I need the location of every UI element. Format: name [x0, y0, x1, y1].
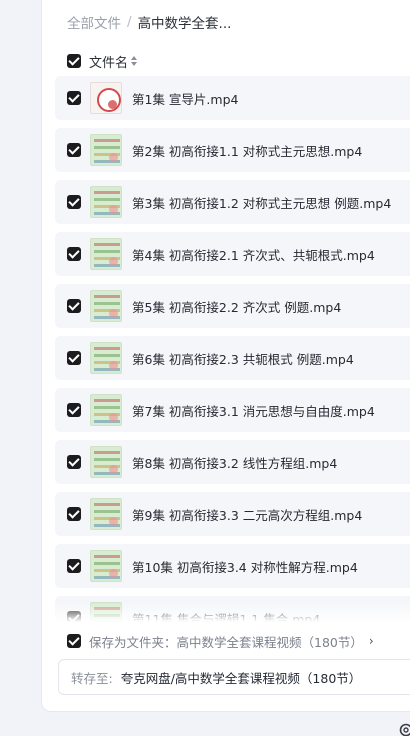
file-row[interactable]: 第3集 初高衔接1.2 对称式主元思想 例题.mp4 — [55, 180, 410, 224]
breadcrumb-root-link[interactable]: 全部文件 — [67, 12, 121, 32]
video-thumbnail — [90, 394, 122, 426]
file-row[interactable]: 第9集 初高衔接3.3 二元高次方程组.mp4 — [55, 492, 410, 536]
save-as-folder-checkbox[interactable] — [67, 634, 81, 648]
video-thumbnail — [90, 82, 122, 114]
save-as-folder-label: 保存为文件夹：高中数学全套课程视频（180节） — [89, 634, 363, 650]
video-thumbnail — [90, 134, 122, 166]
file-checkbox[interactable] — [67, 299, 81, 313]
video-thumbnail — [90, 550, 122, 582]
video-thumbnail — [90, 290, 122, 322]
sort-icon[interactable] — [131, 55, 138, 67]
save-to-label: 转存至: — [71, 670, 113, 686]
file-name: 第5集 初高衔接2.2 齐次式 例题.mp4 — [132, 299, 342, 315]
file-checkbox[interactable] — [67, 91, 81, 105]
file-checkbox[interactable] — [67, 559, 81, 573]
file-browser-panel: 全部文件 / 高中数学全套... 文件名 第1集 宣导片.mp4 第2集 初高衔接… — [41, 0, 410, 712]
file-checkbox[interactable] — [67, 247, 81, 261]
column-header-filename[interactable]: 文件名 — [89, 52, 128, 71]
file-list: 第1集 宣导片.mp4 第2集 初高衔接1.1 对称式主元思想.mp4 第3集 初高… — [55, 76, 410, 622]
file-checkbox[interactable] — [67, 455, 81, 469]
file-row[interactable]: 第8集 初高衔接3.2 线性方程组.mp4 — [55, 440, 410, 484]
video-thumbnail — [90, 446, 122, 478]
breadcrumb-current: 高中数学全套... — [137, 16, 232, 32]
file-checkbox[interactable] — [67, 351, 81, 365]
file-name: 第7集 初高衔接3.1 消元思想与自由度.mp4 — [132, 403, 375, 419]
file-checkbox[interactable] — [67, 403, 81, 417]
file-name: 第9集 初高衔接3.3 二元高次方程组.mp4 — [132, 507, 363, 523]
file-checkbox[interactable] — [67, 195, 81, 209]
file-name: 第10集 初高衔接3.4 对称性解方程.mp4 — [132, 559, 358, 575]
list-fade-overlay — [55, 602, 410, 622]
file-name: 第6集 初高衔接2.3 共轭根式 例题.mp4 — [132, 351, 354, 367]
video-thumbnail — [90, 342, 122, 374]
file-row[interactable]: 第6集 初高衔接2.3 共轭根式 例题.mp4 — [55, 336, 410, 380]
chevron-right-icon[interactable]: › — [369, 634, 374, 648]
file-name: 第8集 初高衔接3.2 线性方程组.mp4 — [132, 455, 338, 471]
save-to-destination[interactable]: 转存至: 夸克网盘/高中数学全套课程视频（180节） — [58, 659, 410, 695]
file-row[interactable]: 第5集 初高衔接2.2 齐次式 例题.mp4 — [55, 284, 410, 328]
file-name: 第4集 初高衔接2.1 齐次式、共轭根式.mp4 — [132, 247, 375, 263]
select-all-checkbox[interactable] — [67, 54, 81, 68]
file-checkbox[interactable] — [67, 507, 81, 521]
breadcrumb-separator: / — [127, 14, 132, 30]
file-name: 第3集 初高衔接1.2 对称式主元思想 例题.mp4 — [132, 195, 392, 211]
video-thumbnail — [90, 238, 122, 270]
video-thumbnail — [90, 186, 122, 218]
file-row[interactable]: 第4集 初高衔接2.1 齐次式、共轭根式.mp4 — [55, 232, 410, 276]
save-as-folder-option[interactable]: 保存为文件夹：高中数学全套课程视频（180节） › — [67, 632, 374, 650]
file-checkbox[interactable] — [67, 143, 81, 157]
file-row[interactable]: 第2集 初高衔接1.1 对称式主元思想.mp4 — [55, 128, 410, 172]
file-row[interactable]: 第10集 初高衔接3.4 对称性解方程.mp4 — [55, 544, 410, 588]
breadcrumb: 全部文件 / 高中数学全套... — [67, 12, 231, 32]
file-name: 第1集 宣导片.mp4 — [132, 91, 239, 107]
file-row[interactable]: 第7集 初高衔接3.1 消元思想与自由度.mp4 — [55, 388, 410, 432]
file-row[interactable]: 第1集 宣导片.mp4 — [55, 76, 410, 120]
file-list-header: 文件名 — [67, 52, 138, 71]
save-to-path: 夸克网盘/高中数学全套课程视频（180节） — [120, 670, 362, 686]
settings-icon[interactable] — [398, 722, 410, 736]
video-thumbnail — [90, 498, 122, 530]
file-name: 第2集 初高衔接1.1 对称式主元思想.mp4 — [132, 143, 363, 159]
